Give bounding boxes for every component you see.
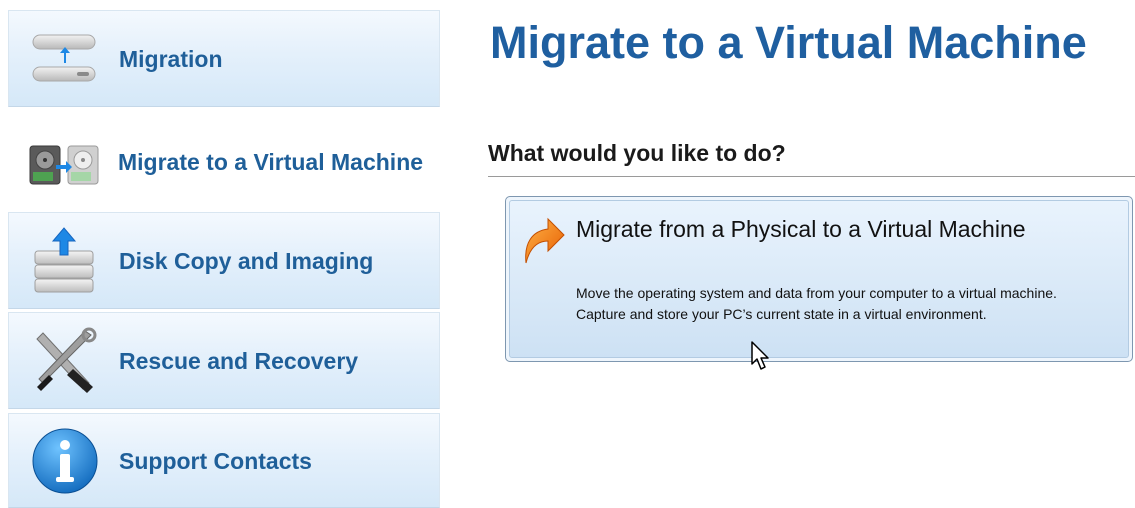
sidebar-item-migrate-to-virtual-machine[interactable]: Migrate to a Virtual Machine [8,112,440,212]
migration-icon [29,23,101,95]
sidebar: Migration Migrate to a Virtual Machine D… [0,0,445,508]
section-question: What would you like to do? [488,140,786,166]
sidebar-item-disk-copy-and-imaging[interactable]: Disk Copy and Imaging [8,212,440,309]
mouse-pointer-icon [750,340,772,372]
tools-icon [29,325,101,397]
sidebar-item-label: Migrate to a Virtual Machine [118,149,424,175]
orange-arrow-icon [518,213,566,265]
option-title: Migrate from a Physical to a Virtual Mac… [576,216,1026,242]
option-card-inner: Migrate from a Physical to a Virtual Mac… [509,200,1129,358]
sidebar-item-support-contacts[interactable]: Support Contacts [8,413,440,508]
divider [488,176,1135,177]
sidebar-item-label: Rescue and Recovery [119,347,359,374]
info-icon [29,425,101,497]
app-window: Migration Migrate to a Virtual Machine D… [0,0,1135,508]
option-physical-to-virtual-button[interactable]: Migrate from a Physical to a Virtual Mac… [505,196,1133,362]
option-description: Move the operating system and data from … [576,285,1057,322]
disk-copy-icon [29,225,101,297]
sidebar-item-label: Migration [119,45,223,72]
sidebar-item-label: Disk Copy and Imaging [119,247,374,274]
virtual-machine-icon [28,126,100,198]
page-title: Migrate to a Virtual Machine [490,17,1087,68]
sidebar-item-migration[interactable]: Migration [8,10,440,107]
sidebar-item-rescue-and-recovery[interactable]: Rescue and Recovery [8,312,440,409]
sidebar-item-label: Support Contacts [119,447,312,474]
